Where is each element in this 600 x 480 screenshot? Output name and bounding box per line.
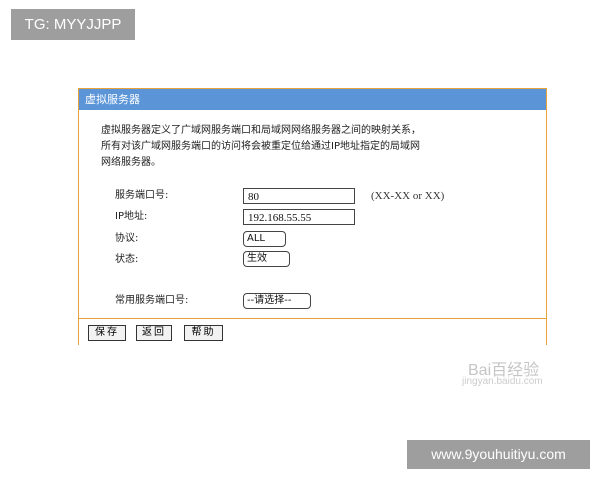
common-port-label: 常用服务端口号: xyxy=(115,295,189,306)
ip-label: IP地址: xyxy=(115,211,148,222)
protocol-label: 协议: xyxy=(115,233,139,244)
button-bar: 保存 返回 帮助 xyxy=(79,318,546,345)
common-port-select[interactable]: --请选择-- xyxy=(243,293,311,309)
protocol-select[interactable]: ALL xyxy=(243,231,286,247)
help-button[interactable]: 帮助 xyxy=(184,325,223,341)
description: 虚拟服务器定义了广域网服务端口和局域网网络服务器之间的映射关系， 所有对该广域网… xyxy=(101,123,511,171)
virtual-server-panel: 虚拟服务器 虚拟服务器定义了广域网服务端口和局域网网络服务器之间的映射关系， 所… xyxy=(78,88,547,345)
save-button[interactable]: 保存 xyxy=(88,325,126,341)
description-line-3: 网络服务器。 xyxy=(101,157,161,168)
baidu-watermark-url: jingyan.baidu.com xyxy=(462,376,543,387)
description-line-2: 所有对该广域网服务端口的访问将会被重定位给通过IP地址指定的局域网 xyxy=(101,141,420,152)
url-tag: www.9youhuitiyu.com xyxy=(407,440,590,469)
port-input[interactable]: 80 xyxy=(243,188,355,204)
description-line-1: 虚拟服务器定义了广域网服务端口和局域网网络服务器之间的映射关系， xyxy=(101,125,421,136)
status-label: 状态: xyxy=(115,254,139,265)
ip-input[interactable]: 192.168.55.55 xyxy=(243,209,355,225)
tg-tag: TG: MYYJJPP xyxy=(11,9,135,40)
panel-title: 虚拟服务器 xyxy=(79,89,546,110)
status-select[interactable]: 生效 xyxy=(243,251,290,267)
port-hint: (XX-XX or XX) xyxy=(371,190,445,202)
back-button[interactable]: 返回 xyxy=(136,325,172,341)
port-label: 服务端口号: xyxy=(115,190,169,201)
